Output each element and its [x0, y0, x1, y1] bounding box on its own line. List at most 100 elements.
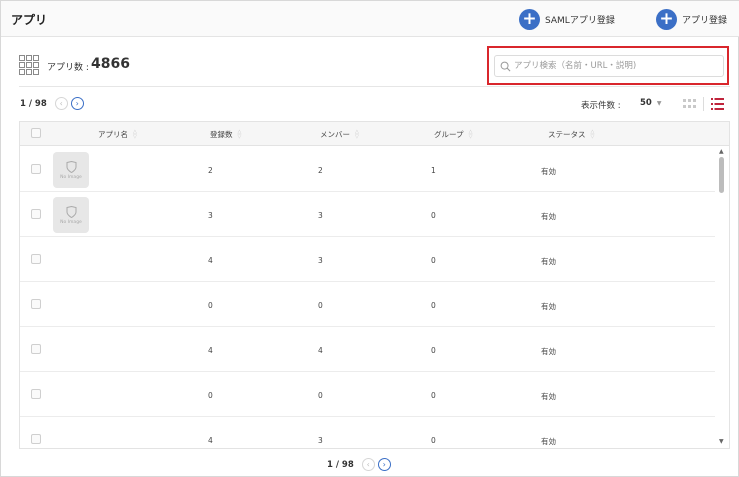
table-row[interactable]: 4 3 0 有効	[20, 417, 715, 448]
table-row[interactable]: No Image 2 2 1 有効	[20, 147, 715, 192]
cell-groups: 0	[431, 256, 436, 265]
cell-groups: 1	[431, 166, 436, 175]
per-page-select[interactable]: 50 ▼	[640, 98, 661, 108]
plus-icon: +	[656, 8, 677, 30]
add-saml-app-button[interactable]: + SAMLアプリ登録	[519, 8, 615, 30]
table-header: アプリ名 △ ▽ 登録数 △ ▽ メンバー △ ▽ グループ △ ▽ ステータス △ ▽	[20, 122, 729, 146]
row-checkbox[interactable]	[31, 389, 41, 399]
cell-registrations: 3	[208, 211, 213, 220]
add-saml-app-label: SAMLアプリ登録	[545, 15, 615, 26]
column-registrations[interactable]: 登録数 △ ▽	[210, 129, 241, 140]
divider	[19, 86, 730, 87]
table-row[interactable]: 0 0 0 有効	[20, 372, 715, 417]
cell-registrations: 0	[208, 301, 213, 310]
add-app-button[interactable]: + アプリ登録	[656, 8, 727, 30]
table-row[interactable]: 4 3 0 有効	[20, 237, 715, 282]
app-thumbnail: No Image	[53, 152, 89, 188]
scrollbar-thumb[interactable]	[719, 157, 724, 193]
select-all-checkbox[interactable]	[31, 128, 41, 138]
column-label: 登録数	[210, 130, 233, 139]
cell-status: 有効	[541, 437, 556, 446]
search-box[interactable]	[494, 55, 724, 77]
cell-registrations: 4	[208, 256, 213, 265]
cell-status: 有効	[541, 212, 556, 221]
plus-icon: +	[519, 8, 540, 30]
row-checkbox[interactable]	[31, 434, 41, 444]
column-label: メンバー	[320, 130, 350, 139]
chevron-right-icon[interactable]: ›	[377, 458, 391, 471]
vertical-scrollbar[interactable]: ▲ ▼	[715, 146, 729, 448]
column-label: ステータス	[548, 130, 586, 139]
chevron-left-icon[interactable]: ‹	[361, 458, 375, 471]
no-image-label: No Image	[60, 219, 82, 225]
table-row[interactable]: 4 4 0 有効	[20, 327, 715, 372]
row-checkbox[interactable]	[31, 164, 41, 174]
no-image-icon	[66, 160, 76, 173]
add-app-label: アプリ登録	[682, 15, 728, 26]
row-checkbox[interactable]	[31, 254, 41, 264]
no-image-icon	[66, 205, 76, 218]
list-view-icon[interactable]	[711, 98, 724, 110]
per-page-value: 50	[640, 98, 652, 108]
page-header: アプリ + SAMLアプリ登録 + アプリ登録	[1, 1, 739, 37]
cell-status: 有効	[541, 167, 556, 176]
row-checkbox[interactable]	[31, 209, 41, 219]
search-input[interactable]	[514, 58, 719, 74]
app-window: アプリ + SAMLアプリ登録 + アプリ登録 アプリ数 : 4866 1 / …	[0, 0, 739, 477]
per-page-label: 表示件数 :	[581, 101, 621, 111]
cell-registrations: 4	[208, 346, 213, 355]
cell-members: 3	[318, 256, 323, 265]
cell-status: 有効	[541, 302, 556, 311]
scroll-up-icon[interactable]: ▲	[719, 148, 724, 155]
chevron-left-icon[interactable]: ‹	[54, 97, 68, 110]
row-checkbox[interactable]	[31, 344, 41, 354]
cell-members: 4	[318, 346, 323, 355]
app-count-label: アプリ数 :	[47, 63, 89, 73]
cell-status: 有効	[541, 257, 556, 266]
app-thumbnail: No Image	[53, 197, 89, 233]
search-icon	[500, 61, 511, 72]
column-app-name[interactable]: アプリ名 △ ▽	[98, 129, 137, 140]
page-indicator: 1 / 98	[20, 98, 47, 109]
scroll-down-icon[interactable]: ▼	[719, 438, 724, 445]
cell-registrations: 2	[208, 166, 213, 175]
column-status[interactable]: ステータス △ ▽	[548, 129, 594, 140]
column-groups[interactable]: グループ △ ▽	[434, 129, 472, 140]
view-toggle-divider	[703, 97, 704, 111]
apps-grid-icon	[19, 55, 39, 75]
app-count-value: 4866	[91, 56, 130, 72]
cell-members: 2	[318, 166, 323, 175]
chevron-right-icon[interactable]: ›	[70, 97, 84, 110]
column-members[interactable]: メンバー △ ▽	[320, 129, 359, 140]
page-indicator: 1 / 98	[327, 459, 354, 470]
tile-view-icon[interactable]	[683, 99, 696, 109]
cell-members: 3	[318, 436, 323, 445]
no-image-label: No Image	[60, 174, 82, 180]
cell-groups: 0	[431, 301, 436, 310]
apps-table: アプリ名 △ ▽ 登録数 △ ▽ メンバー △ ▽ グループ △ ▽ ステータス △ ▽ …	[19, 121, 730, 449]
sort-icon: △ ▽	[590, 128, 595, 140]
table-row[interactable]: No Image 3 3 0 有効	[20, 192, 715, 237]
cell-registrations: 4	[208, 436, 213, 445]
column-label: アプリ名	[98, 130, 128, 139]
row-checkbox[interactable]	[31, 299, 41, 309]
table-row[interactable]: 0 0 0 有効	[20, 282, 715, 327]
cell-groups: 0	[431, 211, 436, 220]
sort-icon: △ ▽	[133, 128, 137, 140]
page-title: アプリ	[11, 13, 48, 27]
cell-members: 0	[318, 301, 323, 310]
pagination-top: 1 / 98 ‹ ›	[20, 97, 87, 110]
cell-members: 0	[318, 391, 323, 400]
column-label: グループ	[434, 130, 464, 139]
cell-groups: 0	[431, 391, 436, 400]
pagination-bottom: 1 / 98 ‹ ›	[327, 458, 394, 471]
cell-groups: 0	[431, 346, 436, 355]
cell-status: 有効	[541, 347, 556, 356]
cell-members: 3	[318, 211, 323, 220]
sort-icon: △ ▽	[355, 128, 359, 140]
cell-status: 有効	[541, 392, 556, 401]
cell-groups: 0	[431, 436, 436, 445]
caret-down-icon: ▼	[656, 99, 662, 107]
cell-registrations: 0	[208, 391, 213, 400]
sort-icon: △ ▽	[468, 128, 473, 140]
